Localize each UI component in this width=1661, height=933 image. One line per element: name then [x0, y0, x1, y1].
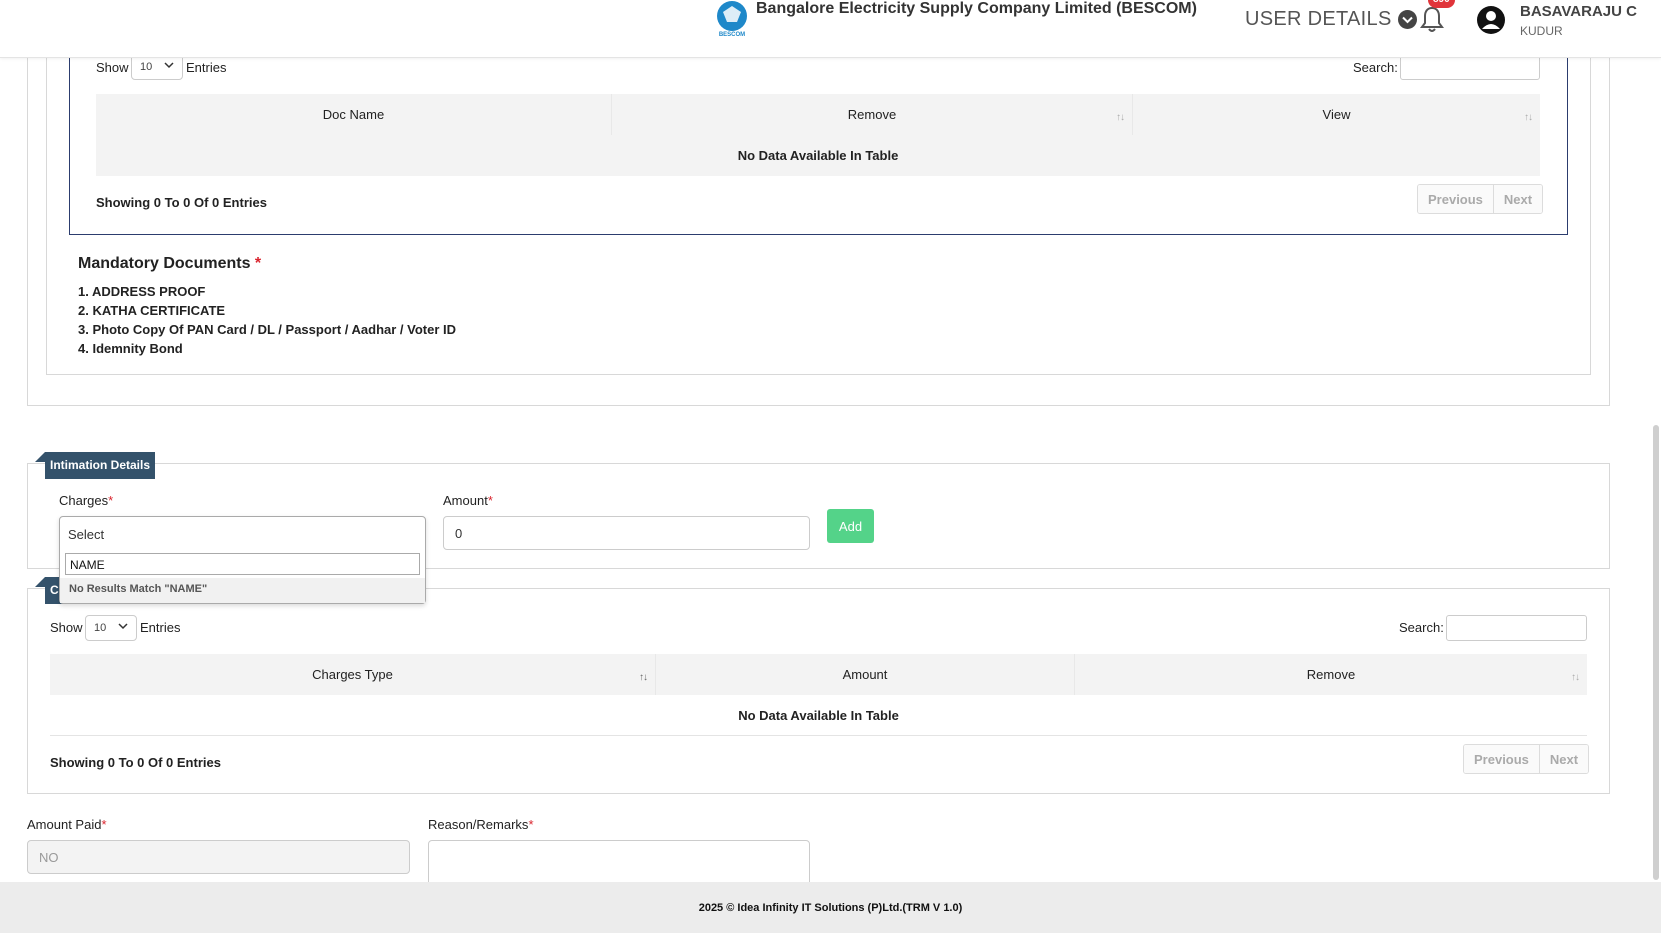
logo-text: BESCOM: [719, 32, 745, 38]
charges-no-results: No Results Match "NAME": [60, 578, 425, 603]
charges-entries-select[interactable]: 10: [85, 615, 137, 641]
docs-col-remove[interactable]: Remove ↑↓: [612, 94, 1133, 135]
user-location: KUDUR: [1520, 24, 1563, 38]
amount-paid-label: Amount Paid*: [27, 817, 107, 832]
docs-next-button[interactable]: Next: [1492, 185, 1543, 213]
charges-empty-row: No Data Available In Table: [50, 695, 1587, 736]
bescom-logo: BESCOM: [717, 1, 747, 38]
docs-search-label: Search:: [1353, 60, 1398, 75]
mandatory-doc-item: 2. KATHA CERTIFICATE: [78, 303, 226, 318]
charges-selected-value[interactable]: Select: [68, 527, 104, 542]
user-details-label: USER DETAILS: [1245, 8, 1392, 30]
page-scrollbar[interactable]: [1653, 425, 1659, 880]
mandatory-doc-item: 1. ADDRESS PROOF: [78, 284, 206, 299]
company-name: Bangalore Electricity Supply Company Lim…: [756, 0, 1197, 17]
docs-pagination: Previous Next: [1417, 184, 1544, 214]
charges-col-charges-type[interactable]: Charges Type ↑↓: [50, 654, 656, 695]
docs-show-label: Show: [96, 60, 129, 75]
charges-search-label: Search:: [1399, 620, 1444, 635]
charges-pagination: Previous Next: [1463, 744, 1590, 774]
chevron-down-icon: [164, 62, 174, 69]
amount-paid-input[interactable]: NO: [27, 840, 410, 874]
amount-label: Amount*: [443, 493, 493, 508]
charges-dropdown-search[interactable]: NAME: [65, 553, 420, 575]
sort-icon: ↑↓: [1571, 672, 1580, 683]
add-button[interactable]: Add: [827, 509, 874, 543]
chevron-down-icon: [118, 623, 128, 630]
sort-icon: ↑↓: [1116, 112, 1125, 123]
mandatory-docs-list: 1. ADDRESS PROOF 2. KATHA CERTIFICATE 3.…: [78, 282, 456, 358]
charges-search-input[interactable]: [1446, 615, 1587, 641]
top-header: BESCOM Bangalore Electricity Supply Comp…: [0, 0, 1661, 58]
bell-icon[interactable]: [1418, 4, 1446, 34]
reason-remarks-label: Reason/Remarks*: [428, 817, 534, 832]
mandatory-doc-item: 4. Idemnity Bond: [78, 341, 183, 356]
mandatory-doc-item: 3. Photo Copy Of PAN Card / DL / Passpor…: [78, 322, 457, 337]
docs-table-header: Doc Name Remove ↑↓ View ↑↓: [96, 94, 1540, 135]
docs-col-view[interactable]: View ↑↓: [1133, 94, 1540, 135]
docs-empty-row: No Data Available In Table: [96, 135, 1540, 176]
docs-showing-text: Showing 0 To 0 Of 0 Entries: [96, 195, 267, 210]
intimation-title: Intimation Details: [34, 452, 156, 479]
sort-icon: ↑↓: [1524, 112, 1533, 123]
user-name: BASAVARAJU C: [1520, 3, 1637, 20]
amount-input[interactable]: 0: [443, 516, 810, 550]
chevron-down-icon: [1397, 10, 1417, 29]
docs-entries-value: 10: [140, 61, 153, 73]
charges-next-button[interactable]: Next: [1538, 745, 1589, 773]
charges-show-label: Show: [50, 620, 83, 635]
charges-col-remove[interactable]: Remove ↑↓: [1075, 654, 1587, 695]
charges-showing-text: Showing 0 To 0 Of 0 Entries: [50, 755, 221, 770]
charges-select-dropdown[interactable]: Select NAME No Results Match "NAME": [59, 516, 426, 604]
user-avatar-icon[interactable]: [1476, 5, 1506, 35]
charges-label: Charges*: [59, 493, 114, 508]
docs-col-doc-name[interactable]: Doc Name: [96, 94, 612, 135]
docs-previous-button[interactable]: Previous: [1418, 185, 1493, 213]
footer: 2025 © Idea Infinity IT Solutions (P)Ltd…: [0, 882, 1661, 933]
sort-icon: ↑↓: [639, 672, 648, 683]
charges-col-amount[interactable]: Amount: [656, 654, 1075, 695]
charges-entries-label: Entries: [140, 620, 181, 635]
charges-previous-button[interactable]: Previous: [1464, 745, 1539, 773]
notification-badge: 890: [1428, 0, 1455, 8]
charges-entries-value: 10: [94, 622, 107, 634]
docs-entries-label: Entries: [186, 60, 227, 75]
charges-table-header: Charges Type ↑↓ Amount Remove ↑↓: [50, 654, 1587, 695]
footer-text: 2025 © Idea Infinity IT Solutions (P)Ltd…: [698, 901, 963, 914]
user-details-dropdown[interactable]: USER DETAILS: [1245, 8, 1417, 31]
mandatory-docs-title: Mandatory Documents *: [78, 255, 262, 272]
